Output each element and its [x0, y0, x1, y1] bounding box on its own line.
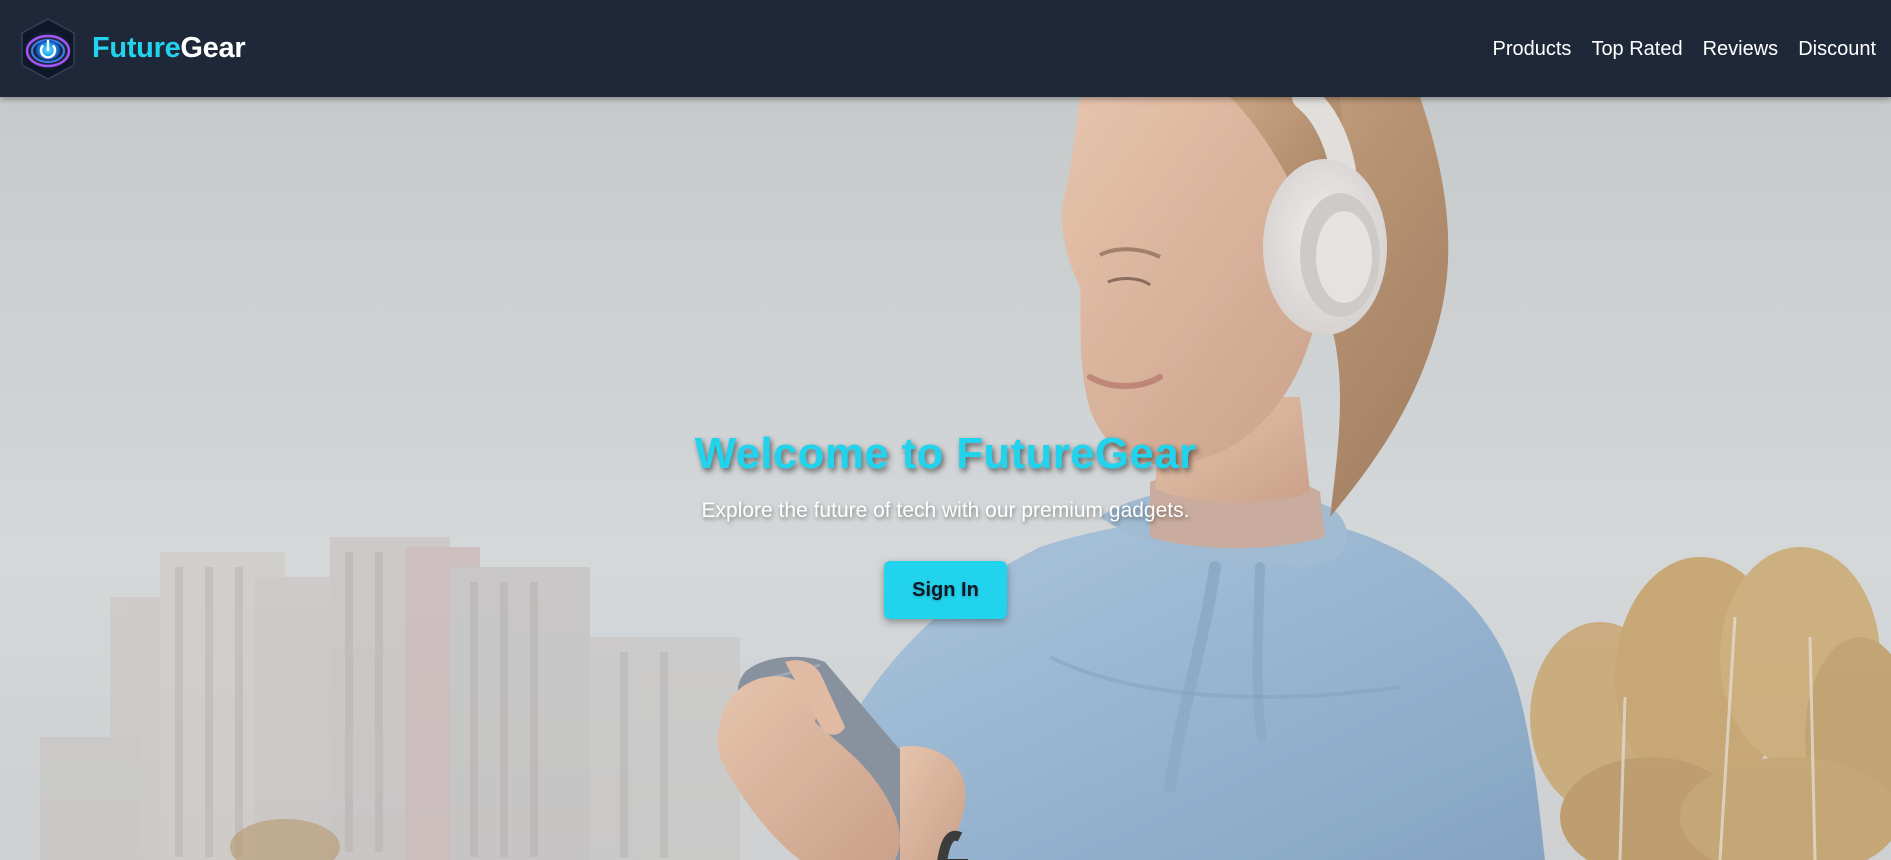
nav-link-top-rated[interactable]: Top Rated — [1591, 35, 1682, 63]
hero-title: Welcome to FutureGear — [694, 429, 1197, 478]
brand-name-part1: Future — [92, 32, 181, 64]
nav-link-reviews[interactable]: Reviews — [1703, 35, 1779, 63]
top-navbar: FutureGear Products Top Rated Reviews Di… — [0, 0, 1891, 97]
hero-subtitle: Explore the future of tech with our prem… — [701, 499, 1190, 522]
brand-home-link[interactable]: FutureGear — [16, 0, 246, 97]
nav-link-products[interactable]: Products — [1493, 35, 1572, 63]
brand-name-part2: Gear — [180, 32, 246, 64]
main-nav: Products Top Rated Reviews Discount — [1473, 35, 1877, 63]
sign-in-button[interactable]: Sign In — [884, 561, 1007, 619]
brand-name: FutureGear — [92, 32, 246, 65]
hero-section: Welcome to FutureGear Explore the future… — [0, 97, 1891, 860]
nav-link-discount[interactable]: Discount — [1798, 35, 1876, 63]
power-button-logo-icon — [21, 17, 75, 80]
hero-content: Welcome to FutureGear Explore the future… — [0, 426, 1891, 619]
